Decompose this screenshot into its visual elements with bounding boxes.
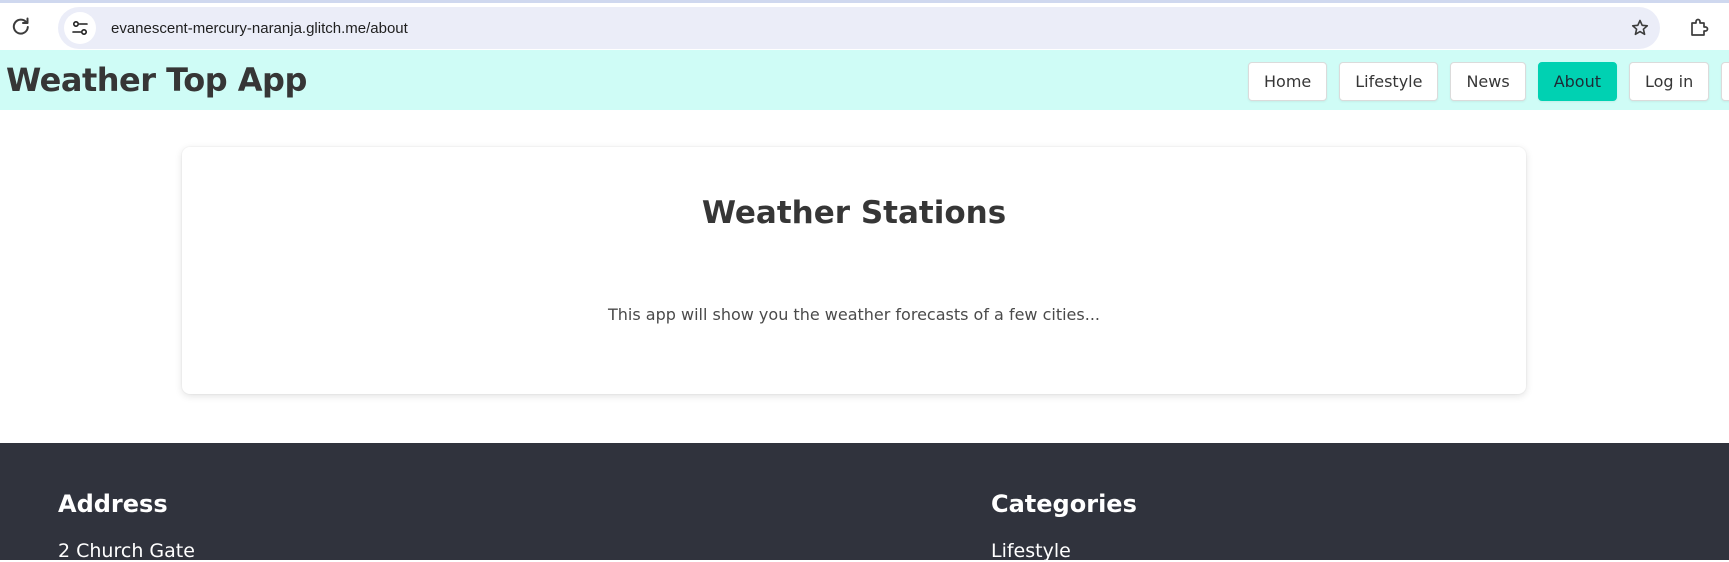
url-text[interactable]: evanescent-mercury-naranja.glitch.me/abo… <box>111 20 408 37</box>
address-bar[interactable]: evanescent-mercury-naranja.glitch.me/abo… <box>58 7 1660 49</box>
app-title[interactable]: Weather Top App <box>6 64 307 96</box>
nav-news-button[interactable]: News <box>1450 62 1526 101</box>
site-info-icon[interactable] <box>64 12 96 44</box>
about-card: Weather Stations This app will show you … <box>182 147 1526 394</box>
footer-address-column: Address 2 Church Gate <box>58 490 195 562</box>
app-navbar: Weather Top App Home Lifestyle News Abou… <box>0 50 1729 110</box>
nav-signup-button[interactable]: Si <box>1721 62 1729 101</box>
footer-address-heading: Address <box>58 490 168 518</box>
nav-home-button[interactable]: Home <box>1248 62 1328 101</box>
about-description: This app will show you the weather forec… <box>608 305 1100 324</box>
page-title: Weather Stations <box>701 195 1007 231</box>
footer-category-link[interactable]: Lifestyle <box>991 540 1137 562</box>
nav-buttons: Home Lifestyle News About Log in Si <box>1248 62 1729 101</box>
reload-icon[interactable] <box>10 15 32 37</box>
footer: Address 2 Church Gate Categories Lifesty… <box>0 443 1729 562</box>
nav-lifestyle-button[interactable]: Lifestyle <box>1339 62 1439 101</box>
extensions-icon[interactable] <box>1688 17 1710 39</box>
footer-address-line: 2 Church Gate <box>58 540 195 562</box>
footer-categories-column: Categories Lifestyle <box>991 490 1137 562</box>
footer-categories-heading: Categories <box>991 490 1137 518</box>
nav-about-button[interactable]: About <box>1537 62 1617 101</box>
nav-login-button[interactable]: Log in <box>1629 62 1710 101</box>
bookmark-star-icon[interactable] <box>1630 18 1650 38</box>
browser-toolbar: evanescent-mercury-naranja.glitch.me/abo… <box>0 0 1729 50</box>
